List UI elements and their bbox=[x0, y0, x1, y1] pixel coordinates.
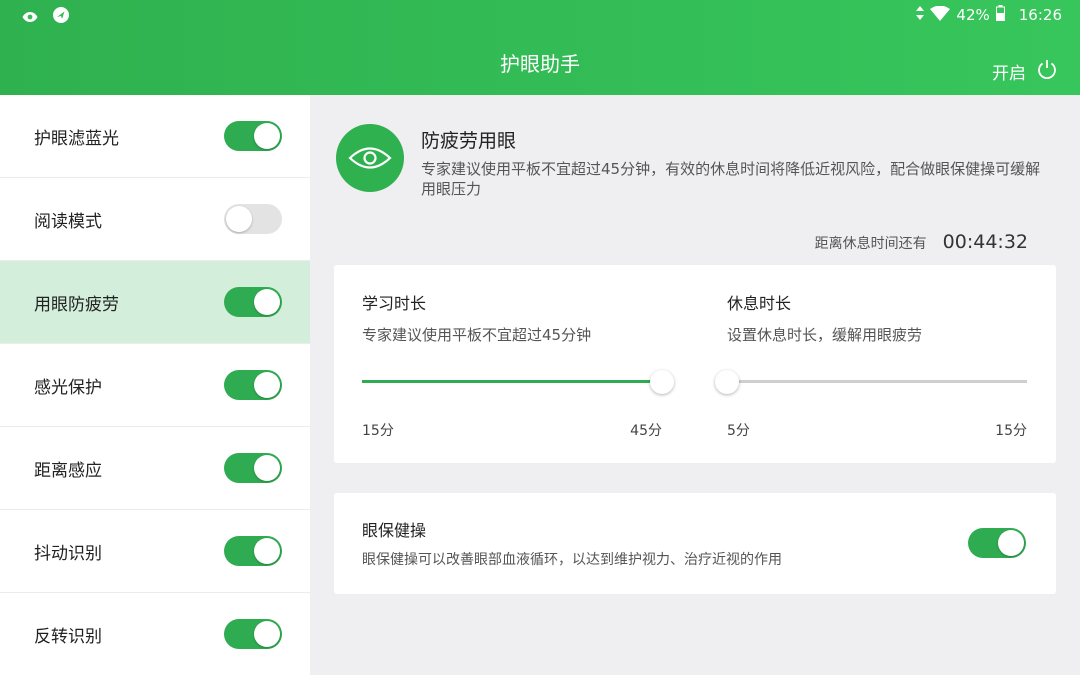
sidebar-item-label: 用眼防疲劳 bbox=[34, 294, 119, 315]
feature-title: 防疲劳用眼 bbox=[421, 130, 517, 152]
power-icon bbox=[1036, 58, 1058, 85]
range-max: 45分 bbox=[630, 423, 662, 439]
eye-exercise-description: 眼保健操可以改善眼部血液循环，以达到维护视力、治疗近视的作用 bbox=[362, 552, 782, 568]
slider-fill bbox=[362, 380, 662, 383]
sidebar-item-label: 护眼滤蓝光 bbox=[34, 128, 119, 149]
study-duration-description: 专家建议使用平板不宜超过45分钟 bbox=[362, 326, 592, 344]
duration-settings-card: 学习时长 专家建议使用平板不宜超过45分钟 15分 45分 休息时长 设置休息时… bbox=[334, 265, 1056, 463]
range-min: 5分 bbox=[727, 423, 750, 439]
sidebar-item-blue-light-filter[interactable]: 护眼滤蓝光 bbox=[0, 95, 310, 178]
range-min: 15分 bbox=[362, 423, 394, 439]
power-label: 开启 bbox=[992, 64, 1026, 84]
countdown-value: 00:44:32 bbox=[942, 231, 1028, 253]
rest-duration-title: 休息时长 bbox=[727, 294, 792, 313]
eye-icon bbox=[336, 124, 404, 192]
study-duration-section: 学习时长 专家建议使用平板不宜超过45分钟 15分 45分 bbox=[362, 265, 692, 463]
sidebar-item-label: 阅读模式 bbox=[34, 211, 102, 232]
app-header: 42% 16:26 护眼助手 开启 bbox=[0, 0, 1080, 95]
blue-light-filter-toggle[interactable] bbox=[224, 121, 282, 151]
rest-duration-description: 设置休息时长，缓解用眼疲劳 bbox=[727, 326, 923, 344]
study-duration-title: 学习时长 bbox=[362, 294, 427, 313]
shake-detection-toggle[interactable] bbox=[224, 536, 282, 566]
sidebar-item-flip-detection[interactable]: 反转识别 bbox=[0, 593, 310, 675]
range-max: 15分 bbox=[995, 423, 1027, 439]
main-panel: 防疲劳用眼 专家建议使用平板不宜超过45分钟，有效的休息时间将降低近视风险，配合… bbox=[310, 95, 1080, 675]
status-bar: 42% 16:26 bbox=[0, 0, 1080, 30]
sidebar-item-eye-fatigue[interactable]: 用眼防疲劳 bbox=[0, 261, 310, 344]
sidebar-item-reading-mode[interactable]: 阅读模式 bbox=[0, 178, 310, 261]
reading-mode-toggle[interactable] bbox=[224, 204, 282, 234]
light-protection-toggle[interactable] bbox=[224, 370, 282, 400]
eye-exercise-toggle[interactable] bbox=[968, 528, 1026, 558]
eye-exercise-title: 眼保健操 bbox=[362, 521, 427, 540]
feature-description: 专家建议使用平板不宜超过45分钟，有效的休息时间将降低近视风险，配合做眼保健操可… bbox=[421, 160, 1041, 198]
sidebar-item-shake-detection[interactable]: 抖动识别 bbox=[0, 510, 310, 593]
study-duration-slider[interactable] bbox=[362, 370, 674, 394]
eye-exercise-card: 眼保健操 眼保健操可以改善眼部血液循环，以达到维护视力、治疗近视的作用 bbox=[334, 493, 1056, 594]
rest-duration-section: 休息时长 设置休息时长，缓解用眼疲劳 5分 15分 bbox=[715, 265, 1057, 463]
eye-fatigue-toggle[interactable] bbox=[224, 287, 282, 317]
wifi-icon bbox=[930, 5, 951, 25]
sidebar-item-light-protection[interactable]: 感光保护 bbox=[0, 344, 310, 427]
distance-sensing-toggle[interactable] bbox=[224, 453, 282, 483]
rest-duration-slider[interactable] bbox=[715, 370, 1027, 394]
power-toggle-button[interactable]: 开启 bbox=[992, 58, 1058, 85]
clock: 16:26 bbox=[1018, 6, 1062, 24]
eye-status-icon bbox=[22, 8, 38, 27]
flip-detection-toggle[interactable] bbox=[224, 619, 282, 649]
sidebar-item-label: 距离感应 bbox=[34, 460, 102, 481]
slider-thumb[interactable] bbox=[715, 370, 739, 394]
sidebar-item-label: 抖动识别 bbox=[34, 543, 102, 564]
navigation-status-icon bbox=[52, 6, 70, 28]
page-title: 护眼助手 bbox=[500, 52, 580, 76]
battery-percent: 42% bbox=[956, 6, 990, 24]
sidebar-item-distance-sensing[interactable]: 距离感应 bbox=[0, 427, 310, 510]
battery-icon bbox=[995, 5, 1005, 25]
sidebar: 护眼滤蓝光 阅读模式 用眼防疲劳 感光保护 距离感应 抖动识别 反转识别 bbox=[0, 95, 310, 675]
sidebar-item-label: 反转识别 bbox=[34, 626, 102, 647]
rest-countdown: 距离休息时间还有 00:44:32 bbox=[815, 231, 1028, 253]
sidebar-item-label: 感光保护 bbox=[34, 377, 102, 398]
data-arrows-icon bbox=[916, 6, 925, 24]
slider-track bbox=[727, 380, 1027, 383]
countdown-label: 距离休息时间还有 bbox=[814, 236, 927, 252]
slider-thumb[interactable] bbox=[650, 370, 674, 394]
